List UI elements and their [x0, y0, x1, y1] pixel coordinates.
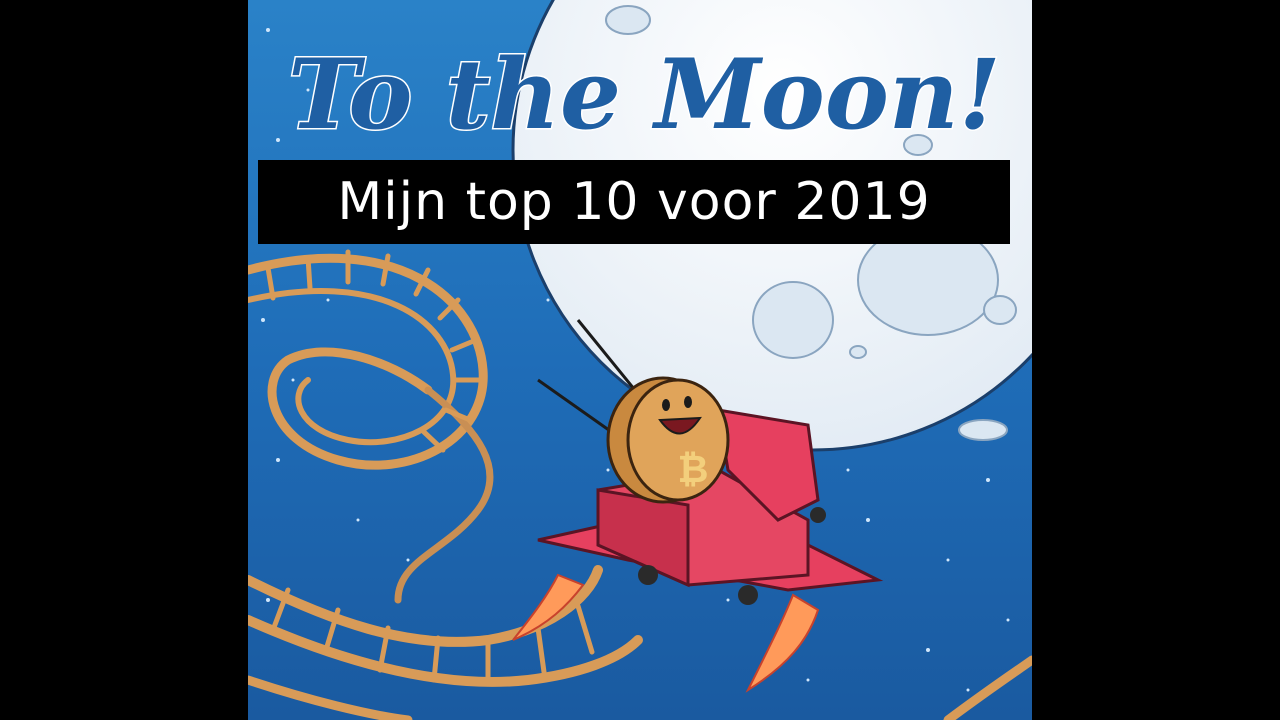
caption-text: Mijn top 10 voor 2019 [337, 172, 931, 232]
illustration-svg: To the Moon! ₿ [248, 0, 1032, 720]
art-title: To the Moon! [288, 38, 1001, 151]
caption-bar: Mijn top 10 voor 2019 [258, 160, 1010, 244]
illustration: To the Moon! ₿ [248, 0, 1032, 720]
bitcoin-symbol-icon: ₿ [678, 447, 709, 491]
video-thumbnail: To the Moon! ₿ Mijn top 10 voor 2019 [0, 0, 1280, 720]
